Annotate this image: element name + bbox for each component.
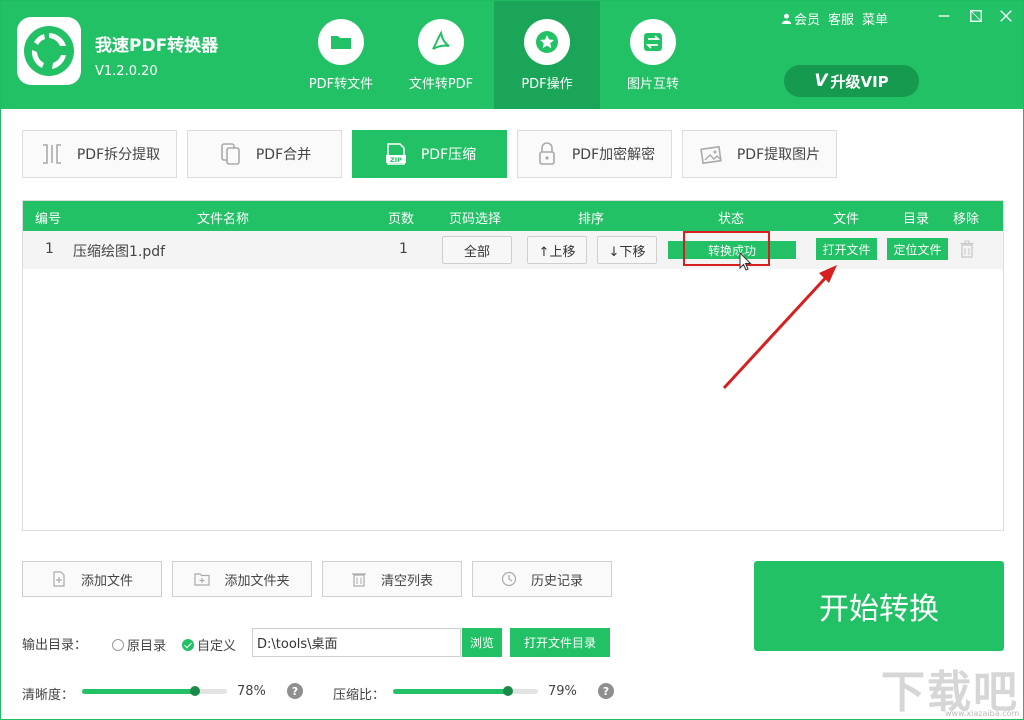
upgrade-vip-button[interactable]: V 升级VIP xyxy=(784,65,919,97)
lock-icon xyxy=(539,142,555,165)
app-title: 我速PDF转换器 xyxy=(95,36,219,56)
radio-dot xyxy=(112,638,124,651)
table-header: 编号 文件名称 页数 页码选择 排序 状态 文件 目录 移除 xyxy=(23,201,1003,231)
pdf-icon xyxy=(432,30,450,50)
clarity-label: 清晰度： xyxy=(22,688,75,703)
watermark-url: www.xiazaiba.com xyxy=(945,709,1020,718)
output-path-input[interactable] xyxy=(252,628,461,657)
merge-icon xyxy=(221,143,240,165)
nav-tab-label: 文件转PDF xyxy=(408,77,474,92)
image-icon xyxy=(700,145,722,165)
clarity-value: 78% xyxy=(237,684,266,699)
row-file-name: 压缩绘图1.pdf xyxy=(73,244,166,260)
subtab-pdf-extract-images[interactable]: PDF提取图片 xyxy=(682,130,837,178)
table-row[interactable]: 1 压缩绘图1.pdf 1 全部 ↑上移 ↓下移 转换成功 打开文件 定位文件 xyxy=(23,231,1003,269)
move-up-button[interactable]: ↑上移 xyxy=(527,236,587,264)
clarity-slider[interactable] xyxy=(82,686,227,696)
radio-original-dir[interactable]: 原目录 xyxy=(112,635,166,654)
subtab-pdf-encrypt[interactable]: PDF加密解密 xyxy=(517,130,672,178)
start-convert-button[interactable]: 开始转换 xyxy=(754,561,1004,651)
star-icon xyxy=(536,31,558,53)
radio-dot-checked xyxy=(182,638,194,651)
nav-tab-label: PDF转文件 xyxy=(308,77,374,92)
add-folder-button[interactable]: 添加文件夹 xyxy=(172,561,312,597)
ratio-value: 79% xyxy=(548,684,577,699)
header-dir: 目录 xyxy=(903,212,930,227)
maximize-icon[interactable] xyxy=(967,7,985,25)
clear-trash-icon xyxy=(351,573,366,587)
nav-tab-pdf-to-file[interactable]: PDF转文件 xyxy=(288,1,394,109)
top-links: 会员 客服 菜单 xyxy=(781,9,888,28)
slider-handle[interactable] xyxy=(190,686,201,696)
header-pages: 页数 xyxy=(388,212,415,227)
slider-fill xyxy=(82,689,196,694)
folder-icon xyxy=(331,36,351,49)
svg-text:ZIP: ZIP xyxy=(390,156,402,164)
header-index: 编号 xyxy=(35,212,62,227)
clarity-help-icon[interactable]: ? xyxy=(287,683,303,699)
header-bar: 我速PDF转换器 V1.2.0.20 PDF转文件 文件转PDF PDF操作 图… xyxy=(1,1,1023,109)
move-down-button[interactable]: ↓下移 xyxy=(597,236,657,264)
user-icon xyxy=(781,13,792,24)
app-window: 我速PDF转换器 V1.2.0.20 PDF转文件 文件转PDF PDF操作 图… xyxy=(0,0,1024,720)
header-page-select: 页码选择 xyxy=(449,212,502,227)
minimize-icon[interactable] xyxy=(935,7,953,25)
header-status: 状态 xyxy=(718,212,745,227)
annotation-arrow-icon xyxy=(722,265,837,390)
history-button[interactable]: 历史记录 xyxy=(472,561,612,597)
header-remove: 移除 xyxy=(953,212,980,227)
service-link[interactable]: 客服 xyxy=(828,9,854,28)
nav-tab-label: 图片互转 xyxy=(626,77,679,92)
trash-icon[interactable] xyxy=(960,240,974,258)
vip-icon: V xyxy=(814,71,828,91)
split-icon xyxy=(42,144,61,164)
header-name: 文件名称 xyxy=(197,212,250,227)
recycle-logo-icon xyxy=(24,26,74,76)
slider-handle[interactable] xyxy=(502,686,513,696)
slider-fill xyxy=(393,689,508,694)
browse-button[interactable]: 浏览 xyxy=(462,628,502,657)
ratio-slider[interactable] xyxy=(393,686,538,696)
swap-icon xyxy=(644,33,662,51)
nav-tab-file-to-pdf[interactable]: 文件转PDF xyxy=(388,1,494,109)
ratio-label: 压缩比： xyxy=(333,688,386,703)
clock-icon xyxy=(501,571,517,587)
nav-tab-label: PDF操作 xyxy=(521,77,573,92)
page-select-button[interactable]: 全部 xyxy=(442,236,512,264)
header-sort: 排序 xyxy=(578,212,605,227)
add-file-button[interactable]: 添加文件 xyxy=(22,561,162,597)
radio-custom-dir[interactable]: 自定义 xyxy=(182,635,236,654)
app-version: V1.2.0.20 xyxy=(95,64,158,79)
subtab-pdf-merge[interactable]: PDF合并 xyxy=(187,130,342,178)
locate-file-button[interactable]: 定位文件 xyxy=(887,238,948,260)
member-link[interactable]: 会员 xyxy=(781,9,820,28)
nav-tab-pdf-operations[interactable]: PDF操作 xyxy=(494,1,600,109)
nav-tab-image-convert[interactable]: 图片互转 xyxy=(600,1,706,109)
clear-list-button[interactable]: 清空列表 xyxy=(322,561,462,597)
close-icon[interactable] xyxy=(997,7,1015,25)
header-file: 文件 xyxy=(833,212,860,227)
zip-icon: ZIP xyxy=(385,143,406,165)
output-dir-label: 输出目录： xyxy=(22,638,88,653)
subtab-pdf-split[interactable]: PDF拆分提取 xyxy=(22,130,177,178)
file-table: 编号 文件名称 页数 页码选择 排序 状态 文件 目录 移除 1 压缩绘图1.p… xyxy=(22,200,1004,531)
open-output-dir-button[interactable]: 打开文件目录 xyxy=(510,628,610,657)
add-file-icon xyxy=(53,571,65,587)
add-folder-icon xyxy=(194,573,211,586)
app-logo xyxy=(17,17,81,85)
subtab-pdf-compress[interactable]: ZIP PDF压缩 xyxy=(352,130,507,178)
row-pages: 1 xyxy=(399,241,408,257)
row-index: 1 xyxy=(45,241,54,257)
menu-link[interactable]: 菜单 xyxy=(862,9,888,28)
ratio-help-icon[interactable]: ? xyxy=(598,683,614,699)
